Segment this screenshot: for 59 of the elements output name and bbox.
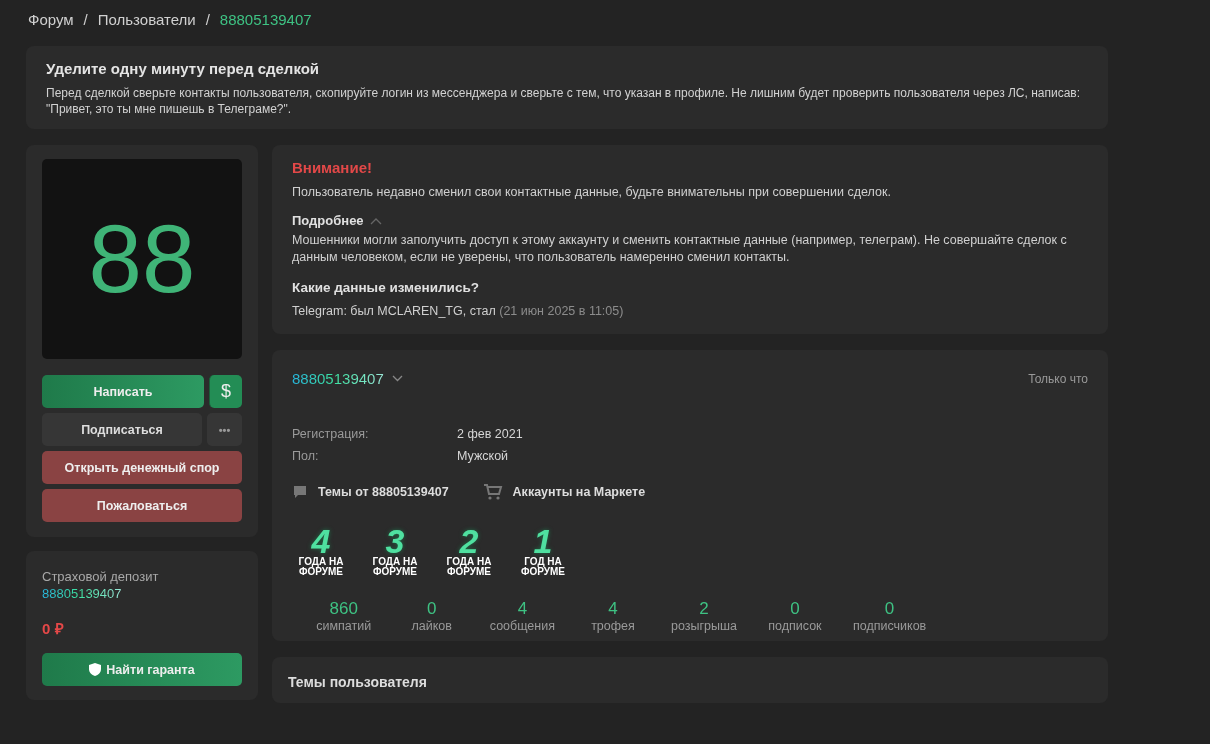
deposit-title: Страховой депозит	[42, 569, 160, 584]
action-menu-button[interactable]: •••	[207, 413, 242, 446]
notice-title: Уделите одну минуту перед сделкой	[46, 60, 321, 77]
field-label: Пол:	[292, 449, 320, 463]
stat-value[interactable]: 0	[427, 599, 437, 619]
cart-icon	[482, 483, 503, 501]
find-guarantor-button[interactable]: Найти гаранта	[42, 653, 242, 686]
profile-link[interactable]: Аккаунты на Маркете	[512, 485, 646, 499]
shield-icon	[89, 663, 102, 676]
last-seen: Только что	[1028, 371, 1088, 386]
stat-value[interactable]: 0	[884, 599, 895, 619]
stat-label: подписчиков	[852, 619, 927, 633]
breadcrumb-separator: /	[83, 10, 88, 28]
chevron-icon[interactable]	[369, 216, 382, 225]
stat-label: подписок	[768, 619, 822, 633]
change-text: Telegram: был MCLAREN_TG, стал (21 июн 2025 в 11:05)	[292, 303, 625, 320]
details-toggle[interactable]: Подробнее	[292, 213, 364, 228]
stat-label: симпатий	[316, 619, 372, 633]
stat-label: лайков	[411, 619, 452, 633]
trophy-caption: ГОД НА ФОРУМЕ	[519, 557, 567, 577]
stat-value[interactable]: 4	[517, 599, 528, 619]
profile-link[interactable]: Темы от 88805139407	[318, 485, 449, 499]
speech-bubble-icon	[292, 484, 308, 500]
action-button[interactable]: Открыть денежный спор	[42, 451, 242, 484]
warning-text: Пользователь недавно сменил свои контактные данные, будьте внимательны при совершении сделок.	[292, 184, 892, 201]
trophy-caption: ГОДА НА ФОРУМЕ	[297, 557, 345, 577]
breadcrumb-separator: /	[205, 10, 210, 28]
stat-value[interactable]: 2	[699, 599, 709, 619]
trophy-number[interactable]: 1	[533, 525, 553, 557]
warning-title: Внимание!	[292, 159, 373, 176]
field-value: 2 фев 2021	[457, 427, 523, 441]
trophy-number[interactable]: 2	[459, 525, 479, 557]
topics-title: Темы пользователя	[288, 674, 427, 690]
breadcrumb-link[interactable]: Пользователи	[97, 10, 196, 28]
stat-value[interactable]: 4	[608, 599, 618, 619]
action-button[interactable]: Пожаловаться	[42, 489, 242, 522]
chevron-down-icon[interactable]	[391, 375, 403, 382]
deposit-amount: 0 ₽	[42, 619, 65, 638]
details-text: Мошенники могли заполучить доступ к этому аккаунту и сменить контактные данные (например, телеграм). Не совершайте сделок с данным человеком, если не уверены, что пользователь намеренно сменил контакты.	[292, 232, 1068, 266]
action-menu-button[interactable]: $	[209, 375, 242, 408]
field-value: Мужской	[457, 449, 510, 463]
changes-title: Какие данные изменились?	[292, 280, 480, 295]
trophy-caption: ГОДА НА ФОРУМЕ	[445, 557, 493, 577]
field-label: Регистрация:	[292, 427, 370, 441]
trophy-number[interactable]: 3	[385, 525, 405, 557]
breadcrumb-link[interactable]: Форум	[28, 10, 74, 28]
stat-label: трофея	[591, 619, 635, 633]
deposit-username[interactable]: 88805139407	[42, 586, 122, 601]
notice-text: Перед сделкой сверьте контакты пользователя, скопируйте логин из мессенджера и сверьте с тем, что указан в профиле. Не лишним будет проверить пользователя через ЛС, написав: "Привет, это ты мне пишешь в Телеграме?".	[46, 85, 1082, 117]
trophy-caption: ГОДА НА ФОРУМЕ	[371, 557, 419, 577]
avatar: 88	[42, 159, 242, 359]
stat-label: розыгрыша	[670, 619, 737, 633]
action-button[interactable]: Написать	[42, 375, 204, 408]
breadcrumb-link[interactable]: 88805139407	[219, 10, 312, 28]
action-button[interactable]: Подписаться	[42, 413, 202, 446]
trophy-number[interactable]: 4	[311, 525, 331, 557]
stat-value[interactable]: 860	[329, 599, 358, 619]
stat-value[interactable]: 0	[790, 599, 800, 619]
stat-label: сообщения	[489, 619, 555, 633]
